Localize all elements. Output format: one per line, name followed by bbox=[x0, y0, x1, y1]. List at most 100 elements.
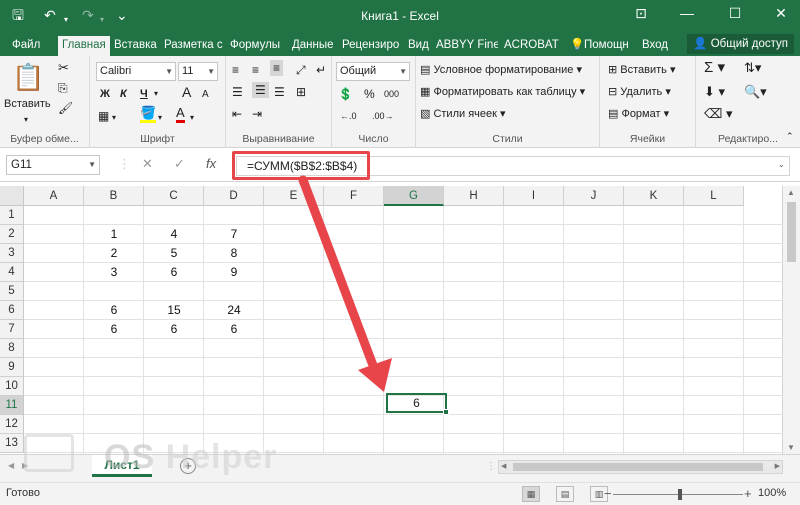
fill-handle[interactable] bbox=[443, 409, 449, 415]
format-cells-button[interactable]: ▤ Формат ▾ bbox=[608, 106, 669, 122]
zoom-slider-thumb[interactable] bbox=[678, 489, 682, 500]
ribbon-display-icon[interactable]: ⊡ bbox=[626, 5, 656, 22]
increase-decimal-icon[interactable]: ←.0 bbox=[340, 108, 357, 124]
col-header-g[interactable]: G bbox=[384, 186, 444, 206]
italic-button[interactable]: К bbox=[120, 86, 127, 102]
cancel-icon[interactable]: ✕ bbox=[142, 156, 153, 172]
delete-cells-button[interactable]: ⊟ Удалить ▾ bbox=[608, 84, 671, 100]
grow-font-button[interactable]: A bbox=[182, 84, 191, 100]
font-color-icon[interactable]: A bbox=[176, 106, 185, 123]
font-name-combo[interactable]: Calibri ▼ bbox=[96, 62, 176, 81]
fill-icon[interactable]: ⬇ ▾ bbox=[704, 84, 725, 100]
scroll-right-icon[interactable]: ▶ bbox=[775, 462, 780, 470]
tab-insert[interactable]: Вставка bbox=[110, 36, 160, 56]
thousands-button[interactable]: 000 bbox=[384, 86, 399, 102]
align-left-icon[interactable]: ☰ bbox=[232, 84, 243, 100]
prev-sheet-icon[interactable]: ◀ bbox=[8, 461, 14, 470]
percent-button[interactable]: % bbox=[364, 86, 375, 102]
format-painter-icon[interactable]: 🖌 bbox=[58, 100, 73, 116]
conditional-formatting-button[interactable]: ▤ Условное форматирование ▾ bbox=[420, 62, 582, 78]
vertical-scroll-thumb[interactable] bbox=[787, 202, 796, 262]
row-header-10[interactable]: 10 bbox=[0, 377, 24, 396]
autosum-icon[interactable]: Σ ▾ bbox=[704, 60, 725, 76]
cell-c6[interactable]: 15 bbox=[144, 301, 204, 320]
select-all-corner[interactable] bbox=[0, 186, 24, 206]
align-middle-icon[interactable]: ≡ bbox=[252, 62, 259, 78]
cell-d6[interactable]: 24 bbox=[204, 301, 264, 320]
sort-filter-icon[interactable]: ⇅▾ bbox=[744, 60, 761, 76]
zoom-out-button[interactable]: − bbox=[604, 486, 612, 501]
wrap-text-icon[interactable]: ↵ bbox=[316, 62, 326, 78]
scroll-up-icon[interactable]: ▲ bbox=[787, 188, 795, 197]
find-select-icon[interactable]: 🔍▾ bbox=[744, 84, 767, 100]
expand-formula-icon[interactable]: ⌄ bbox=[778, 160, 785, 169]
collapse-ribbon-icon[interactable]: ⌃ bbox=[786, 128, 794, 144]
tab-acrobat[interactable]: ACROBAT bbox=[500, 36, 560, 56]
fill-color-icon[interactable]: 🪣 bbox=[140, 106, 157, 123]
decrease-indent-icon[interactable]: ⇤ bbox=[232, 106, 242, 122]
page-layout-view-icon[interactable]: ▤ bbox=[556, 486, 574, 502]
zoom-level[interactable]: 100% bbox=[758, 487, 786, 499]
normal-view-icon[interactable]: ▦ bbox=[522, 486, 540, 502]
bold-button[interactable]: Ж bbox=[100, 86, 110, 102]
cell-c2[interactable]: 4 bbox=[144, 225, 204, 244]
cell-b4[interactable]: 3 bbox=[84, 263, 144, 282]
vertical-scrollbar[interactable]: ▲ ▼ bbox=[782, 186, 800, 454]
tab-home[interactable]: Главная bbox=[58, 36, 110, 56]
col-header-a[interactable]: A bbox=[24, 186, 84, 206]
col-header-b[interactable]: B bbox=[84, 186, 144, 206]
currency-icon[interactable]: 💲 bbox=[338, 86, 353, 102]
col-header-c[interactable]: C bbox=[144, 186, 204, 206]
share-button[interactable]: 👤 Общий доступ bbox=[687, 34, 794, 54]
row-header-8[interactable]: 8 bbox=[0, 339, 24, 358]
enter-icon[interactable]: ✓ bbox=[174, 156, 185, 172]
align-bottom-icon[interactable]: ≡ bbox=[270, 60, 284, 76]
scroll-down-icon[interactable]: ▼ bbox=[787, 443, 795, 452]
shrink-font-button[interactable]: A bbox=[202, 87, 209, 103]
col-header-j[interactable]: J bbox=[564, 186, 624, 206]
merge-center-icon[interactable]: ⊞ bbox=[296, 84, 306, 100]
clear-icon[interactable]: ⌫ ▾ bbox=[704, 106, 733, 122]
align-right-icon[interactable]: ☰ bbox=[274, 84, 285, 100]
cut-icon[interactable]: ✂ bbox=[58, 60, 69, 76]
maximize-icon[interactable]: ☐ bbox=[720, 5, 750, 22]
row-header-3[interactable]: 3 bbox=[0, 244, 24, 263]
col-header-h[interactable]: H bbox=[444, 186, 504, 206]
minimize-icon[interactable]: — bbox=[672, 5, 702, 21]
row-header-7[interactable]: 7 bbox=[0, 320, 24, 339]
cell-b6[interactable]: 6 bbox=[84, 301, 144, 320]
tab-abbyy[interactable]: ABBYY Fine bbox=[432, 36, 498, 56]
tab-file[interactable]: Файл bbox=[8, 36, 44, 56]
name-box[interactable]: G11 ▼ bbox=[6, 155, 100, 175]
active-cell-g11[interactable]: 6 bbox=[386, 393, 449, 415]
tab-review[interactable]: Рецензиро bbox=[338, 36, 404, 56]
horizontal-scroll-thumb[interactable] bbox=[513, 463, 763, 471]
borders-icon[interactable]: ▦ bbox=[98, 108, 109, 124]
font-color-dropdown-icon[interactable]: ▾ bbox=[190, 110, 194, 126]
cell-c3[interactable]: 5 bbox=[144, 244, 204, 263]
col-header-f[interactable]: F bbox=[324, 186, 384, 206]
col-header-l[interactable]: L bbox=[684, 186, 744, 206]
row-header-2[interactable]: 2 bbox=[0, 225, 24, 244]
tab-view[interactable]: Вид bbox=[404, 36, 432, 56]
insert-cells-button[interactable]: ⊞ Вставить ▾ bbox=[608, 62, 676, 78]
col-header-d[interactable]: D bbox=[204, 186, 264, 206]
cell-d7[interactable]: 6 bbox=[204, 320, 264, 339]
zoom-in-button[interactable]: + bbox=[744, 486, 752, 501]
cell-c7[interactable]: 6 bbox=[144, 320, 204, 339]
row-header-9[interactable]: 9 bbox=[0, 358, 24, 377]
font-size-combo[interactable]: 11 ▼ bbox=[178, 62, 218, 81]
tab-formulas[interactable]: Формулы bbox=[226, 36, 288, 56]
tab-data[interactable]: Данные bbox=[288, 36, 338, 56]
row-header-5[interactable]: 5 bbox=[0, 282, 24, 301]
number-format-combo[interactable]: Общий ▼ bbox=[336, 62, 410, 81]
scroll-left-icon[interactable]: ◀ bbox=[501, 462, 506, 470]
col-header-k[interactable]: K bbox=[624, 186, 684, 206]
worksheet-grid[interactable]: ABCDEFGHIJKL 1 2 3 4 5 6 7 8 9 10 11 12 13 147258369… bbox=[0, 186, 782, 454]
copy-icon[interactable]: ⎘ bbox=[58, 80, 68, 96]
row-header-1[interactable]: 1 bbox=[0, 206, 24, 225]
cell-d2[interactable]: 7 bbox=[204, 225, 264, 244]
insert-function-icon[interactable]: fx bbox=[206, 156, 216, 171]
increase-indent-icon[interactable]: ⇥ bbox=[252, 106, 262, 122]
paste-dropdown-icon[interactable]: ▾ bbox=[24, 112, 28, 128]
